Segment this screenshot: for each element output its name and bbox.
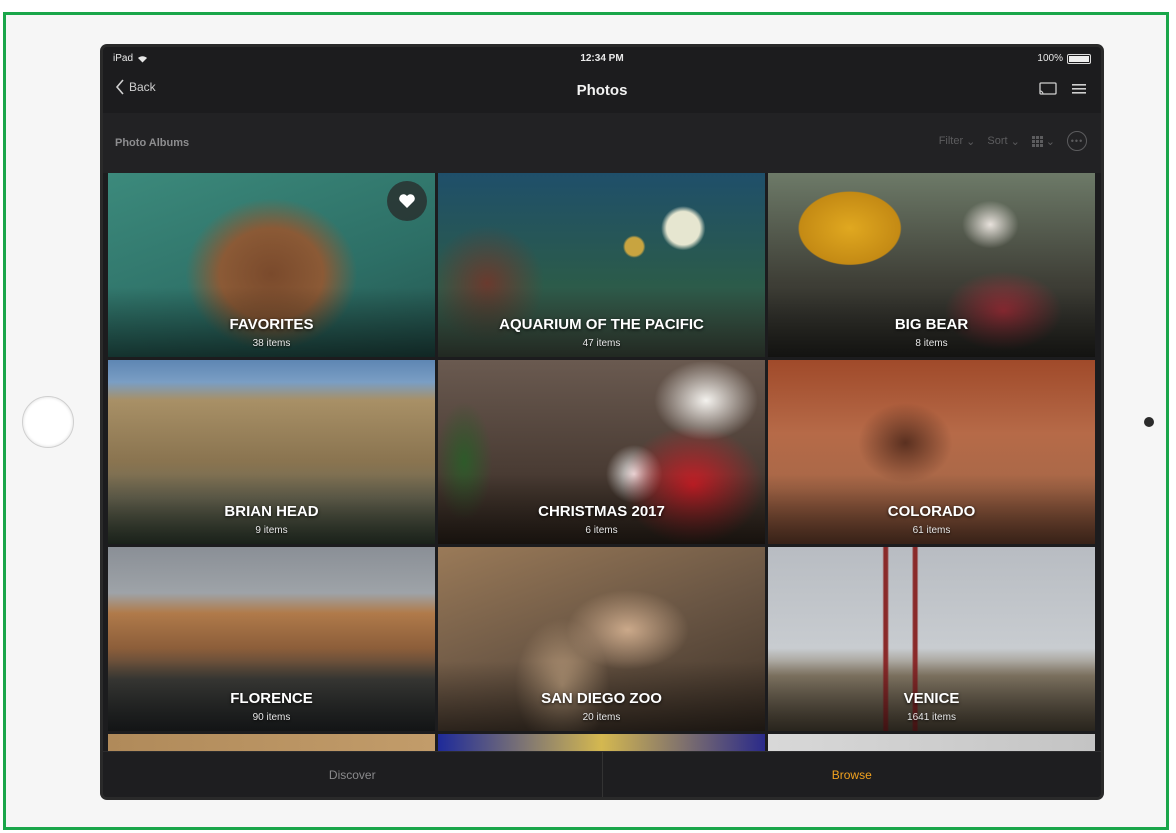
battery-percent: 100% bbox=[1037, 53, 1063, 64]
heart-icon bbox=[399, 194, 415, 208]
album-tile-partial[interactable] bbox=[438, 734, 765, 751]
album-tile-aquarium-of-the-pacific[interactable]: AQUARIUM OF THE PACIFIC 47 items bbox=[438, 173, 765, 357]
back-button[interactable]: Back bbox=[115, 79, 156, 95]
album-title: CHRISTMAS 2017 bbox=[538, 503, 665, 520]
album-count: 61 items bbox=[912, 525, 951, 536]
album-tile-florence[interactable]: FLORENCE 90 items bbox=[108, 547, 435, 731]
back-label: Back bbox=[129, 80, 156, 94]
album-tile-favorites[interactable]: FAVORITES 38 items bbox=[108, 173, 435, 357]
album-title: BRIAN HEAD bbox=[224, 503, 319, 520]
album-tile-colorado[interactable]: COLORADO 61 items bbox=[768, 360, 1095, 544]
filter-button[interactable]: Filter ⌄ bbox=[939, 135, 976, 148]
ipad-screen: iPad 12:34 PM 100% Back Photos Photo Alb… bbox=[103, 47, 1101, 797]
album-title: BIG BEAR bbox=[894, 316, 969, 333]
navigation-bar: Back Photos bbox=[103, 69, 1101, 113]
home-button[interactable] bbox=[22, 396, 74, 448]
album-count: 38 items bbox=[252, 338, 291, 349]
chevron-left-icon bbox=[115, 79, 124, 95]
album-title: FAVORITES bbox=[229, 316, 314, 333]
status-bar: iPad 12:34 PM 100% bbox=[103, 47, 1101, 69]
page-title: Photos bbox=[576, 82, 628, 99]
cast-icon[interactable] bbox=[1039, 82, 1057, 96]
chevron-down-icon: ⌄ bbox=[1010, 135, 1020, 148]
album-title: SAN DIEGO ZOO bbox=[541, 690, 662, 707]
battery-icon bbox=[1067, 53, 1091, 64]
status-time: 12:34 PM bbox=[580, 53, 624, 64]
album-grid: FAVORITES 38 items AQUARIUM OF THE PACIF… bbox=[108, 173, 1096, 751]
album-tile-big-bear[interactable]: BIG BEAR 8 items bbox=[768, 173, 1095, 357]
album-tile-christmas-2017[interactable]: CHRISTMAS 2017 6 items bbox=[438, 360, 765, 544]
sort-button[interactable]: Sort ⌄ bbox=[987, 135, 1019, 148]
tab-discover[interactable]: Discover bbox=[103, 752, 603, 797]
album-count: 9 items bbox=[255, 525, 288, 536]
sort-label: Sort bbox=[987, 135, 1008, 147]
chevron-down-icon: ⌄ bbox=[966, 135, 976, 148]
album-title: COLORADO bbox=[887, 503, 976, 520]
album-title: VENICE bbox=[903, 690, 960, 707]
album-tile-partial[interactable] bbox=[108, 734, 435, 751]
section-title: Photo Albums bbox=[115, 137, 190, 149]
grid-icon bbox=[1031, 135, 1043, 147]
favorite-badge[interactable] bbox=[387, 181, 427, 221]
album-tile-san-diego-zoo[interactable]: SAN DIEGO ZOO 20 items bbox=[438, 547, 765, 731]
front-camera bbox=[1144, 417, 1154, 427]
album-count: 6 items bbox=[585, 525, 618, 536]
album-count: 47 items bbox=[582, 338, 621, 349]
menu-icon[interactable] bbox=[1071, 82, 1087, 96]
filter-label: Filter bbox=[938, 135, 964, 147]
album-tile-partial[interactable] bbox=[768, 734, 1095, 751]
album-tile-brian-head[interactable]: BRIAN HEAD 9 items bbox=[108, 360, 435, 544]
album-count: 20 items bbox=[582, 712, 621, 723]
album-count: 1641 items bbox=[907, 712, 956, 723]
albums-toolbar: Photo Albums Filter ⌄ Sort ⌄ ⌄ ••• bbox=[103, 113, 1101, 173]
album-title: AQUARIUM OF THE PACIFIC bbox=[499, 316, 704, 333]
tab-browse[interactable]: Browse bbox=[603, 752, 1102, 797]
album-title: FLORENCE bbox=[230, 690, 313, 707]
chevron-down-icon: ⌄ bbox=[1045, 135, 1055, 148]
more-options-icon[interactable]: ••• bbox=[1067, 131, 1087, 151]
album-count: 90 items bbox=[252, 712, 291, 723]
album-count: 8 items bbox=[915, 338, 948, 349]
album-tile-venice[interactable]: VENICE 1641 items bbox=[768, 547, 1095, 731]
tab-bar: Discover Browse bbox=[103, 751, 1101, 797]
view-mode-button[interactable]: ⌄ bbox=[1031, 135, 1055, 148]
